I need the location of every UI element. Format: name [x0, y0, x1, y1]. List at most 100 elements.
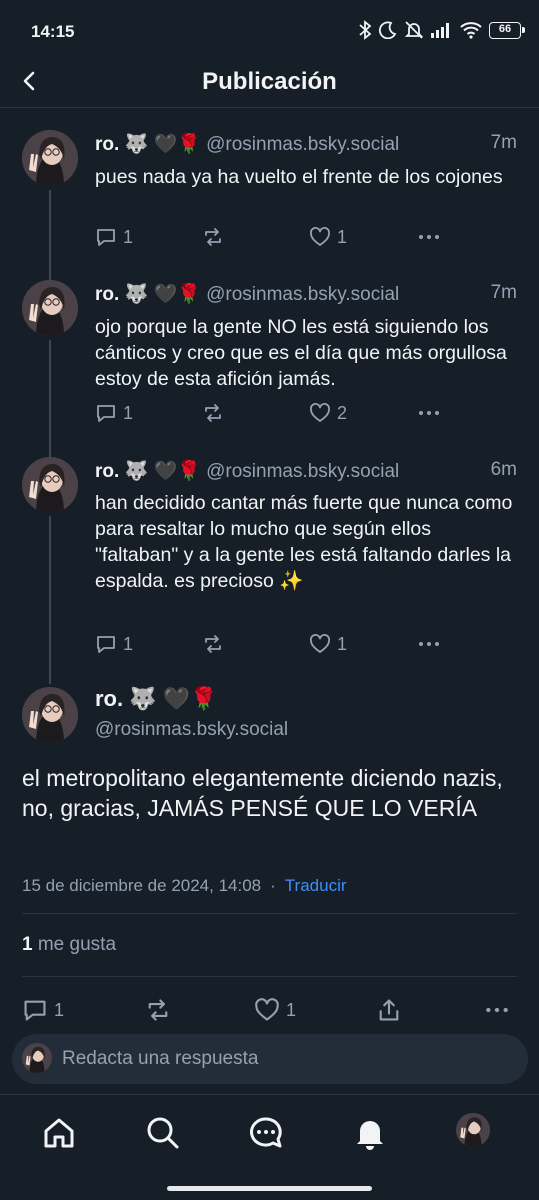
- nav-search[interactable]: [143, 1113, 183, 1153]
- status-bar: 14:15 66: [0, 0, 539, 62]
- thread-line: [49, 516, 51, 684]
- header: Publicación: [0, 62, 539, 108]
- like-button[interactable]: 1: [309, 226, 347, 248]
- status-time: 14:15: [31, 22, 75, 41]
- post-actions: 1 2: [95, 402, 517, 428]
- thread-line: [49, 340, 51, 458]
- more-options-button[interactable]: [417, 402, 441, 424]
- like-button[interactable]: 2: [309, 402, 347, 424]
- nav-home[interactable]: [39, 1113, 79, 1153]
- signal-icon: [431, 23, 449, 38]
- comment-icon: [24, 1000, 46, 1021]
- moon-icon: [379, 21, 397, 39]
- likes-summary-count: 1: [22, 934, 33, 955]
- author-handle[interactable]: @rosinmas.bsky.social: [95, 719, 288, 741]
- avatar[interactable]: [22, 687, 78, 743]
- heart-icon: [255, 998, 279, 1021]
- like-button[interactable]: 1: [309, 633, 347, 655]
- reply-placeholder: Redacta una respuesta: [62, 1048, 259, 1069]
- post-text: han decidido cantar más fuerte que nunca…: [95, 492, 513, 592]
- like-count: 2: [337, 402, 348, 423]
- likes-summary-label: me gusta: [37, 934, 117, 955]
- home-icon: [44, 1118, 74, 1148]
- author-name[interactable]: ro. 🐺 🖤🌹: [95, 686, 218, 712]
- post-text: ojo porque la gente NO les está siguiend…: [95, 316, 507, 390]
- comment-icon: [97, 636, 115, 653]
- more-dots-icon: [419, 411, 439, 415]
- author-name[interactable]: ro. 🐺 🖤🌹: [95, 134, 201, 155]
- post-time: 6m: [490, 459, 517, 480]
- meta-separator: ·: [270, 876, 276, 895]
- more-options-button[interactable]: [417, 226, 441, 248]
- avatar[interactable]: [22, 280, 78, 336]
- status-icons: 66: [358, 20, 525, 40]
- avatar: [22, 1043, 52, 1073]
- reply-count: 1: [123, 633, 134, 654]
- wifi-icon: [460, 22, 482, 39]
- repost-button[interactable]: [202, 633, 230, 655]
- reply-button[interactable]: 1: [22, 997, 64, 1023]
- reply-button[interactable]: 1: [95, 226, 133, 248]
- search-icon: [147, 1117, 179, 1149]
- share-icon: [379, 999, 399, 1021]
- reply-composer[interactable]: Redacta una respuesta: [12, 1034, 528, 1084]
- more-dots-icon: [486, 1007, 508, 1013]
- reply-count: 1: [54, 999, 65, 1020]
- nav-profile-avatar[interactable]: [456, 1113, 490, 1147]
- post-text: el metropolitano elegantemente diciendo …: [22, 765, 503, 821]
- reply-count: 1: [123, 226, 134, 247]
- bottom-nav: [0, 1094, 539, 1200]
- divider: [22, 976, 517, 977]
- like-count: 1: [337, 633, 348, 654]
- author-handle[interactable]: @rosinmas.bsky.social: [206, 134, 399, 155]
- author-name[interactable]: ro. 🐺 🖤🌹: [95, 461, 201, 482]
- heart-icon: [310, 227, 330, 246]
- post-actions: 1 1: [95, 226, 517, 252]
- avatar[interactable]: [22, 130, 78, 186]
- repost-button[interactable]: [202, 226, 230, 248]
- author-name[interactable]: ro. 🐺 🖤🌹: [95, 284, 201, 305]
- share-button[interactable]: [376, 997, 402, 1023]
- reply-button[interactable]: 1: [95, 633, 133, 655]
- like-button[interactable]: 1: [254, 997, 296, 1023]
- post-meta: 15 de diciembre de 2024, 14:08 · Traducir: [22, 876, 347, 896]
- post-time: 7m: [490, 132, 517, 153]
- heart-icon: [310, 634, 330, 653]
- more-options-button[interactable]: [484, 997, 510, 1023]
- repost-icon: [148, 999, 168, 1021]
- post-text: pues nada ya ha vuelto el frente de los …: [95, 166, 503, 188]
- author-handle[interactable]: @rosinmas.bsky.social: [206, 284, 399, 305]
- bluetooth-icon: [359, 20, 372, 40]
- comment-icon: [97, 229, 115, 246]
- like-count: 1: [286, 999, 297, 1020]
- reply-count: 1: [123, 402, 134, 423]
- more-options-button[interactable]: [417, 633, 441, 655]
- likes-summary[interactable]: 1 me gusta: [22, 934, 116, 956]
- heart-icon: [310, 403, 330, 422]
- post-time: 7m: [490, 282, 517, 303]
- divider: [22, 913, 517, 914]
- repost-icon: [205, 635, 221, 653]
- repost-icon: [205, 228, 221, 246]
- like-count: 1: [337, 226, 348, 247]
- more-dots-icon: [419, 235, 439, 239]
- repost-icon: [205, 404, 221, 422]
- avatar[interactable]: [22, 457, 78, 513]
- comment-icon: [97, 405, 115, 422]
- main-post-actions: 1 1: [22, 997, 517, 1023]
- author-handle[interactable]: @rosinmas.bsky.social: [206, 461, 399, 482]
- reply-button[interactable]: 1: [95, 402, 133, 424]
- thread-line: [49, 190, 51, 282]
- post-date: 15 de diciembre de 2024, 14:08: [22, 876, 262, 895]
- battery-indicator: 66: [489, 21, 525, 39]
- bell-icon: [357, 1121, 383, 1150]
- chat-icon: [250, 1117, 282, 1148]
- home-indicator[interactable]: [167, 1186, 372, 1191]
- translate-link[interactable]: Traducir: [285, 876, 347, 895]
- post-actions: 1 1: [95, 633, 517, 659]
- repost-button[interactable]: [202, 402, 230, 424]
- nav-chat[interactable]: [246, 1113, 286, 1153]
- repost-button[interactable]: [145, 997, 171, 1023]
- nav-notifications[interactable]: [350, 1113, 390, 1153]
- page-title: Publicación: [202, 68, 337, 95]
